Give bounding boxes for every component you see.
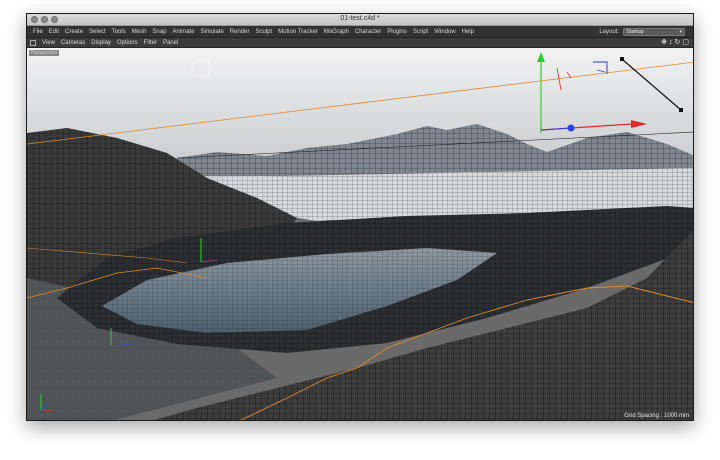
menu-bar: File Edit Create Select Tools Mesh Snap Animate… [27,26,693,38]
viewport-menu-display[interactable]: Display [88,40,114,46]
menu-window[interactable]: Window [431,29,458,36]
viewport-menu-panel[interactable]: Panel [160,40,181,46]
window-title: 01-test.c4d * [340,15,380,22]
menu-help[interactable]: Help [459,29,477,36]
camera-label: Perspective [29,50,60,56]
menu-tools[interactable]: Tools [109,29,129,36]
viewport-render [27,48,693,420]
menu-select[interactable]: Select [86,29,109,36]
menu-snap[interactable]: Snap [149,29,169,36]
menu-animate[interactable]: Animate [169,29,197,36]
menu-file[interactable]: File [30,29,46,36]
viewport-menu-filter[interactable]: Filter [141,40,160,46]
viewport-nav-icons: ✥ ↕ ↻ ▢ [661,39,689,47]
menu-plugins[interactable]: Plugins [384,29,410,36]
menu-character[interactable]: Character [352,29,384,36]
grid-spacing-readout: Grid Spacing : 1000 mm [624,413,689,419]
menu-sculpt[interactable]: Sculpt [252,29,275,36]
layout-label: Layout: [599,29,619,35]
maximize-icon[interactable]: ▢ [682,39,689,47]
viewport-menu-cameras[interactable]: Cameras [58,40,88,46]
app-window: 01-test.c4d * File Edit Create Select Tools M… [26,13,694,421]
layout-select-value: Startup [626,29,644,35]
rotate-icon[interactable]: ↻ [675,39,681,47]
viewport-menu-bar: View Cameras Display Options Filter Panel ✥ ↕… [27,38,693,48]
viewport-menu-options[interactable]: Options [114,40,141,46]
menu-motion-tracker[interactable]: Motion Tracker [275,29,321,36]
viewport-menu-view[interactable]: View [39,40,58,46]
move-icon[interactable]: ✥ [661,39,667,47]
menu-render[interactable]: Render [227,29,253,36]
menu-edit[interactable]: Edit [46,29,62,36]
layout-select[interactable]: Startup ▾ [623,28,685,36]
menu-mesh[interactable]: Mesh [129,29,150,36]
title-bar: 01-test.c4d * [27,14,693,26]
menu-script[interactable]: Script [410,29,431,36]
3d-viewport[interactable]: Perspective Grid Spacing : 1000 mm [27,48,693,420]
layout-switcher: Layout: Startup ▾ [599,28,685,36]
menu-mograph[interactable]: MoGraph [321,29,352,36]
menu-create[interactable]: Create [62,29,86,36]
zoom-icon[interactable]: ↕ [669,39,673,47]
menu-simulate[interactable]: Simulate [197,29,226,36]
viewport-layout-icon[interactable] [30,40,36,46]
chevron-down-icon: ▾ [679,29,682,35]
